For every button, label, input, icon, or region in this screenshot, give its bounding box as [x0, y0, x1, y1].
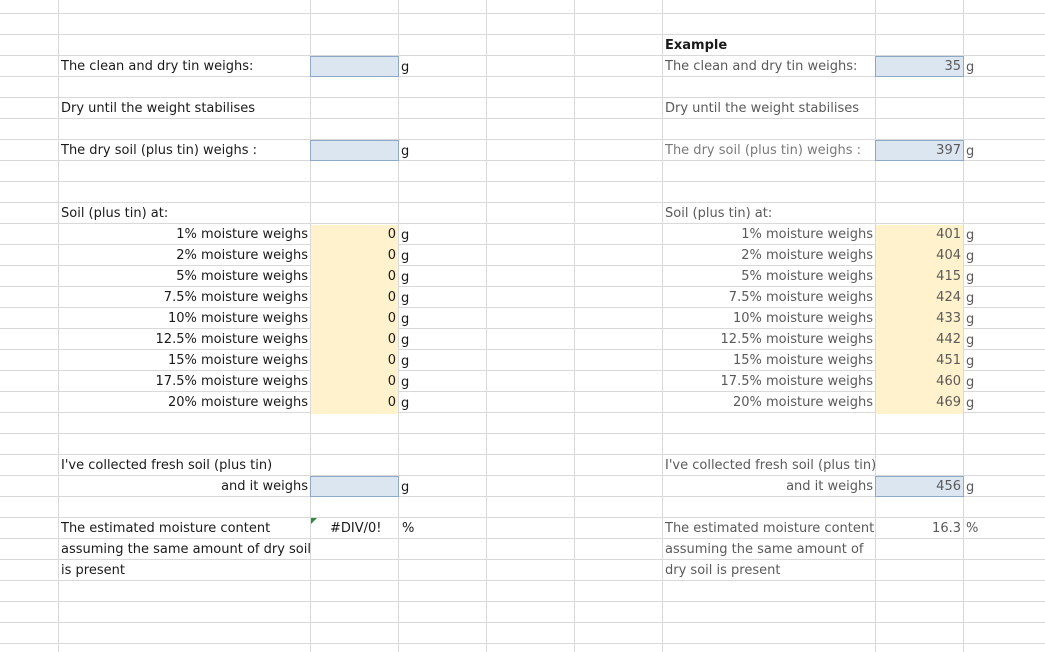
right-moisture-unit: g: [966, 396, 975, 411]
right-fresh-label: I've collected fresh soil (plus tin): [665, 458, 877, 473]
right-moisture-unit: g: [966, 354, 975, 369]
left-drysoil-unit: g: [401, 144, 410, 159]
right-moisture-value[interactable]: 442: [936, 331, 961, 349]
right-moisture-label: 1% moisture weighs: [741, 227, 873, 242]
left-calc-block: [311, 225, 398, 414]
left-moisture-value[interactable]: 0: [388, 373, 396, 391]
left-est-unit: %: [402, 521, 415, 536]
right-moisture-unit: g: [966, 312, 975, 327]
right-weighs-value[interactable]: 456: [936, 478, 961, 496]
left-moisture-unit: g: [401, 249, 410, 264]
left-moisture-label: 20% moisture weighs: [167, 395, 308, 410]
right-moisture-value[interactable]: 401: [936, 226, 961, 244]
left-moisture-unit: g: [401, 291, 410, 306]
right-drysoil-unit: g: [966, 144, 975, 159]
right-moisture-value[interactable]: 424: [936, 289, 961, 307]
left-moisture-value[interactable]: 0: [388, 394, 396, 412]
example-heading: Example: [665, 38, 728, 53]
left-moisture-label: 15% moisture weighs: [167, 353, 308, 368]
right-moisture-label: 10% moisture weighs: [732, 311, 873, 326]
right-moisture-label: 20% moisture weighs: [732, 395, 873, 410]
right-tin-label: The clean and dry tin weighs:: [665, 59, 858, 74]
right-moisture-label: 7.5% moisture weighs: [728, 290, 873, 305]
right-est-unit: %: [966, 521, 979, 536]
left-moisture-unit: g: [401, 312, 410, 327]
right-moisture-unit: g: [966, 375, 975, 390]
right-est-line3: dry soil is present: [665, 563, 781, 578]
right-dry-note: Dry until the weight stabilises: [665, 101, 860, 116]
right-moisture-label: 15% moisture weighs: [732, 353, 873, 368]
left-tin-input[interactable]: [310, 56, 399, 77]
left-moisture-label: 2% moisture weighs: [176, 248, 308, 263]
right-weighs-unit: g: [966, 480, 975, 495]
left-weighs-unit: g: [401, 480, 410, 495]
left-dry-note: Dry until the weight stabilises: [61, 101, 256, 116]
right-drysoil-value[interactable]: 397: [936, 142, 961, 160]
right-moisture-value[interactable]: 451: [936, 352, 961, 370]
right-moisture-label: 2% moisture weighs: [741, 248, 873, 263]
right-moisture-value[interactable]: 433: [936, 310, 961, 328]
right-moisture-value[interactable]: 469: [936, 394, 961, 412]
left-tin-label: The clean and dry tin weighs:: [61, 59, 254, 74]
left-est-value[interactable]: #DIV/0!: [330, 520, 382, 538]
left-est-line2: assuming the same amount of dry soil: [61, 542, 311, 557]
right-moisture-label: 17.5% moisture weighs: [720, 374, 873, 389]
left-moisture-label: 1% moisture weighs: [176, 227, 308, 242]
left-moisture-value[interactable]: 0: [388, 352, 396, 370]
left-est-line3: is present: [61, 563, 125, 578]
left-moisture-label: 10% moisture weighs: [167, 311, 308, 326]
left-soil-at-label: Soil (plus tin) at:: [61, 206, 169, 221]
left-moisture-unit: g: [401, 354, 410, 369]
right-moisture-value[interactable]: 404: [936, 247, 961, 265]
right-moisture-unit: g: [966, 270, 975, 285]
left-moisture-label: 5% moisture weighs: [176, 269, 308, 284]
left-drysoil-label: The dry soil (plus tin) weighs :: [61, 143, 258, 158]
right-weighs-label: and it weighs: [786, 479, 873, 494]
left-moisture-label: 12.5% moisture weighs: [155, 332, 308, 347]
left-fresh-label: I've collected fresh soil (plus tin): [61, 458, 273, 473]
right-drysoil-label: The dry soil (plus tin) weighs :: [665, 143, 862, 158]
left-est-line1: The estimated moisture content: [61, 521, 271, 536]
left-moisture-value[interactable]: 0: [388, 310, 396, 328]
right-moisture-unit: g: [966, 249, 975, 264]
right-tin-value[interactable]: 35: [944, 58, 961, 76]
right-soil-at-label: Soil (plus tin) at:: [665, 206, 773, 221]
left-moisture-label: 17.5% moisture weighs: [155, 374, 308, 389]
right-moisture-label: 12.5% moisture weighs: [720, 332, 873, 347]
right-moisture-unit: g: [966, 228, 975, 243]
left-weighs-label: and it weighs: [221, 479, 308, 494]
left-drysoil-input[interactable]: [310, 140, 399, 161]
right-tin-unit: g: [966, 60, 975, 75]
left-moisture-value[interactable]: 0: [388, 289, 396, 307]
left-moisture-unit: g: [401, 270, 410, 285]
right-moisture-value[interactable]: 460: [936, 373, 961, 391]
left-moisture-unit: g: [401, 396, 410, 411]
left-moisture-value[interactable]: 0: [388, 268, 396, 286]
right-moisture-unit: g: [966, 291, 975, 306]
left-weighs-input[interactable]: [310, 476, 399, 497]
right-moisture-unit: g: [966, 333, 975, 348]
left-moisture-value[interactable]: 0: [388, 226, 396, 244]
right-est-line2: assuming the same amount of: [665, 542, 864, 557]
left-moisture-unit: g: [401, 375, 410, 390]
left-tin-unit: g: [401, 60, 410, 75]
right-moisture-label: 5% moisture weighs: [741, 269, 873, 284]
left-moisture-unit: g: [401, 228, 410, 243]
left-moisture-value[interactable]: 0: [388, 331, 396, 349]
left-moisture-unit: g: [401, 333, 410, 348]
right-est-value[interactable]: 16.3: [932, 520, 961, 538]
left-moisture-label: 7.5% moisture weighs: [163, 290, 308, 305]
right-est-line1: The estimated moisture content: [665, 521, 875, 536]
error-indicator-icon[interactable]: [311, 518, 317, 524]
left-moisture-value[interactable]: 0: [388, 247, 396, 265]
right-moisture-value[interactable]: 415: [936, 268, 961, 286]
